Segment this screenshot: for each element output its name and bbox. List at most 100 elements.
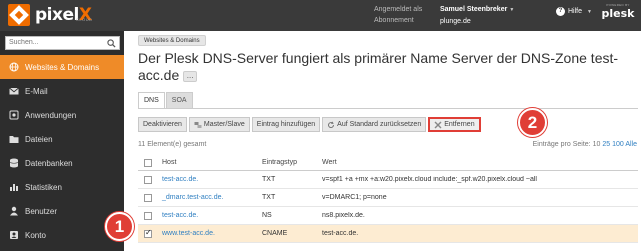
page-title-text: Der Plesk DNS-Server fungiert als primär… — [138, 50, 619, 83]
per-page-100[interactable]: 100 — [612, 141, 624, 148]
chevron-down-icon: ▼ — [587, 8, 592, 15]
tab-soa[interactable]: SOA — [165, 92, 193, 108]
table-row-selected: www.test-acc.de. CNAME test-acc.de. — [138, 225, 638, 243]
apps-icon — [9, 110, 19, 120]
master-slave-icon — [194, 121, 202, 128]
reset-default-label: Auf Standard zurücksetzen — [337, 121, 422, 128]
sidebar-item-label: E-Mail — [25, 86, 48, 96]
sidebar-item-databases[interactable]: Datenbanken — [0, 151, 124, 175]
deactivate-button[interactable]: Deaktivieren — [138, 117, 187, 132]
chevron-down-icon: ▼ — [509, 7, 515, 13]
subscription-selector[interactable]: plunge.de — [440, 16, 514, 27]
pixelx-logo[interactable]: pixelX — [8, 3, 92, 27]
main-content: Websites & Domains Der Plesk DNS-Server … — [124, 31, 641, 251]
deactivate-label: Deaktivieren — [143, 121, 182, 128]
sidebar-item-label: Konto — [25, 230, 46, 240]
tab-dns[interactable]: DNS — [138, 92, 165, 108]
host-link[interactable]: test-acc.de. — [162, 176, 262, 183]
master-slave-label: Master/Slave — [203, 121, 245, 128]
per-page-all[interactable]: Alle — [625, 141, 637, 148]
account-values: Samuel Steenbreker ▼ plunge.de — [440, 4, 514, 27]
help-menu[interactable]: ? Hilfe ▼ — [556, 7, 592, 16]
sidebar-item-files[interactable]: Dateien — [0, 127, 124, 151]
search-box[interactable] — [5, 36, 120, 50]
subscription-label: Abonnement — [374, 17, 414, 24]
breadcrumb[interactable]: Websites & Domains — [138, 35, 206, 46]
add-record-label: Eintrag hinzufügen — [256, 121, 316, 128]
sidebar-item-label: Websites & Domains — [25, 62, 100, 72]
sidebar-item-email[interactable]: E-Mail — [0, 79, 124, 103]
row-checkbox-checked[interactable] — [144, 228, 152, 238]
user-icon — [10, 206, 18, 216]
column-header-type[interactable]: Eintragstyp — [262, 159, 322, 166]
reset-default-button[interactable]: Auf Standard zurücksetzen — [322, 117, 427, 132]
top-bar: pixelX CLOUD Angemeldet als Abonnement S… — [0, 0, 641, 31]
logo-text: pixelX — [35, 5, 92, 25]
record-type: TXT — [262, 194, 276, 201]
row-checkbox[interactable] — [144, 211, 152, 220]
record-value: v=DMARC1; p=none — [322, 194, 387, 201]
logged-in-label: Angemeldet als — [374, 6, 423, 13]
master-slave-button[interactable]: Master/Slave — [188, 117, 250, 132]
toolbar: Deaktivieren Master/Slave Eintrag hinzuf… — [138, 117, 481, 133]
sidebar-item-label: Statistiken — [25, 182, 62, 192]
per-page-25[interactable]: 25 — [602, 141, 610, 148]
stats-icon — [10, 184, 18, 191]
row-checkbox[interactable] — [144, 193, 152, 202]
step-badge-1: 1 — [105, 212, 134, 241]
plesk-logo: plesk — [601, 7, 635, 20]
mail-icon — [9, 87, 19, 95]
logo-subtitle: CLOUD — [76, 17, 93, 22]
help-icon: ? — [556, 7, 565, 16]
more-button[interactable]: ... — [183, 70, 198, 82]
per-page-label: Einträge pro Seite: — [532, 141, 591, 148]
user-menu[interactable]: Samuel Steenbreker ▼ — [440, 4, 514, 16]
host-link[interactable]: test-acc.de. — [162, 212, 262, 219]
logo-mark-icon — [8, 4, 30, 26]
sidebar-item-label: Datenbanken — [25, 158, 73, 168]
plesk-brand: POWERED BY plesk — [601, 3, 635, 20]
add-record-button[interactable]: Eintrag hinzufügen — [251, 117, 321, 132]
account-labels: Angemeldet als Abonnement — [374, 4, 422, 26]
row-checkbox[interactable] — [144, 175, 152, 184]
sidebar-item-label: Dateien — [25, 134, 53, 144]
folder-icon — [9, 136, 19, 143]
column-header-host[interactable]: Host — [162, 159, 262, 166]
dns-records-table: Host Eintragstyp Wert test-acc.de. TXT v… — [138, 155, 638, 243]
sidebar-item-label: Benutzer — [25, 206, 58, 216]
record-value: test-acc.de. — [322, 230, 359, 237]
sidebar-item-apps[interactable]: Anwendungen — [0, 103, 124, 127]
table-row: _dmarc.test-acc.de. TXT v=DMARC1; p=none — [138, 189, 638, 207]
table-header: Host Eintragstyp Wert — [138, 155, 638, 171]
sidebar-item-websites-domains[interactable]: Websites & Domains — [0, 55, 124, 79]
globe-icon — [9, 62, 19, 72]
record-value: v=spf1 +a +mx +a:w20.pixelx.cloud includ… — [322, 176, 537, 183]
sidebar: Websites & Domains E-Mail Anwendungen Da… — [0, 31, 124, 251]
record-type: CNAME — [262, 230, 288, 237]
tab-divider — [138, 108, 638, 109]
database-icon — [9, 158, 19, 168]
record-value: ns8.pixelx.de. — [322, 212, 365, 219]
per-page-selector: Einträge pro Seite: 10 25 100 Alle — [533, 141, 637, 148]
remove-icon — [434, 121, 442, 128]
sidebar-item-label: Anwendungen — [25, 110, 77, 120]
remove-button[interactable]: Entfernen — [428, 117, 481, 132]
select-all-checkbox[interactable] — [144, 158, 152, 167]
record-type: TXT — [262, 176, 276, 183]
search-input[interactable] — [9, 39, 104, 46]
step-badge-2: 2 — [518, 108, 547, 137]
help-label: Hilfe — [568, 8, 583, 15]
search-icon[interactable] — [107, 39, 116, 48]
sidebar-item-statistics[interactable]: Statistiken — [0, 175, 124, 199]
record-type: NS — [262, 212, 272, 219]
page-title: Der Plesk DNS-Server fungiert als primär… — [138, 50, 638, 84]
item-count: 11 Element(e) gesamt — [138, 141, 207, 148]
per-page-10[interactable]: 10 — [593, 141, 601, 148]
account-icon — [10, 231, 18, 239]
subscription-value: plunge.de — [440, 18, 471, 25]
host-link[interactable]: _dmarc.test-acc.de. — [162, 194, 262, 201]
remove-label: Entfernen — [444, 121, 475, 128]
column-header-value[interactable]: Wert — [322, 159, 638, 166]
host-link[interactable]: www.test-acc.de. — [162, 230, 262, 237]
tab-bar: DNS SOA — [138, 92, 194, 108]
